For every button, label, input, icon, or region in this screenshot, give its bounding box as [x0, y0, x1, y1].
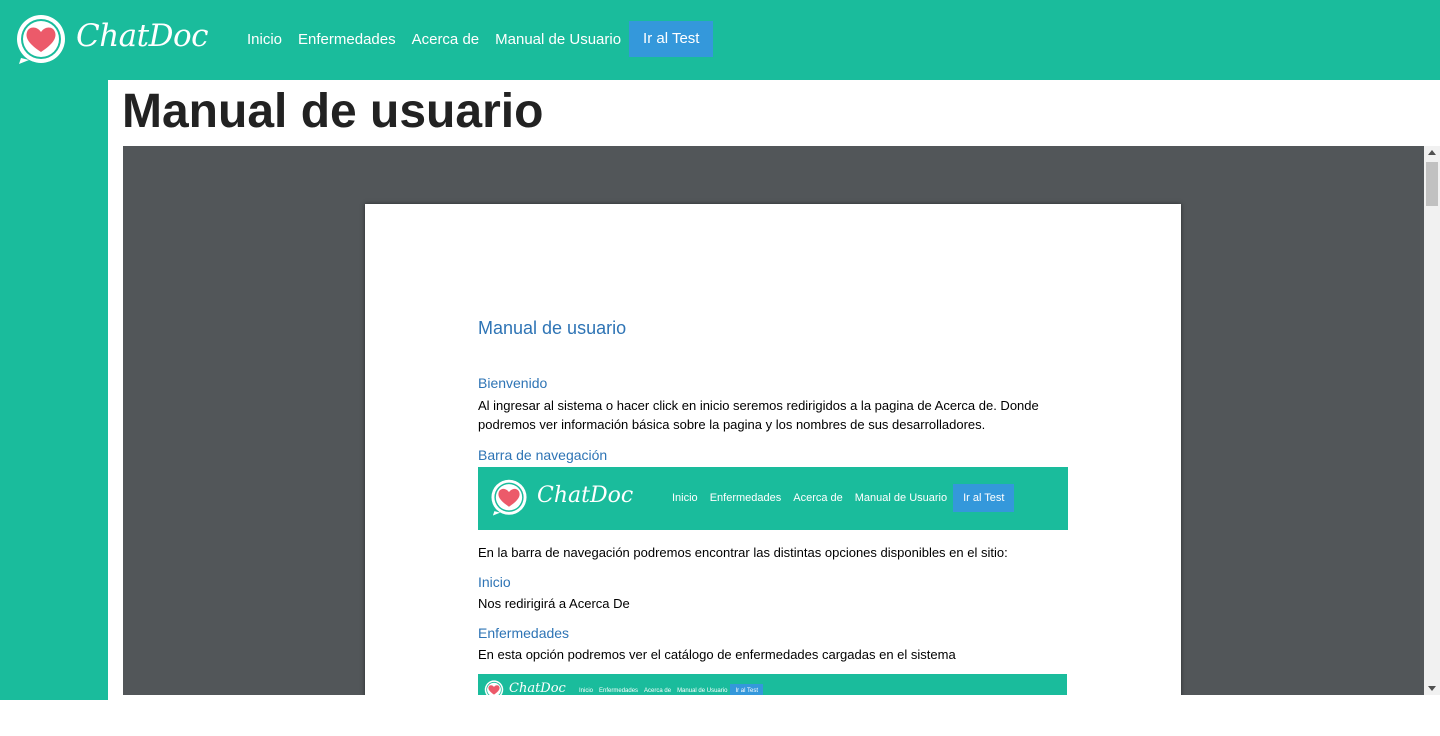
- doc-nav-link-acerca-de-2: Acerca de: [644, 688, 672, 694]
- scroll-up-arrow-icon[interactable]: [1428, 150, 1436, 155]
- doc-nav-link-manual-2: Manual de Usuario: [677, 688, 728, 694]
- top-navbar: ChatDoc Inicio Enfermedades Acerca de Ma…: [0, 0, 1440, 80]
- doc-heading-bienvenido: Bienvenido: [478, 375, 548, 391]
- heart-chat-logo-icon[interactable]: [15, 14, 67, 66]
- ir-al-test-button[interactable]: Ir al Test: [629, 21, 714, 57]
- pdf-viewer[interactable]: Manual de usuario Bienvenido Al ingresar…: [123, 146, 1424, 695]
- nav-link-inicio[interactable]: Inicio: [239, 31, 290, 48]
- pdf-page: Manual de usuario Bienvenido Al ingresar…: [365, 204, 1181, 695]
- doc-heading-enfermedades: Enfermedades: [478, 625, 570, 641]
- scroll-down-arrow-icon[interactable]: [1428, 686, 1436, 691]
- nav-link-manual-de-usuario[interactable]: Manual de Usuario: [487, 31, 629, 48]
- doc-nav-cta: Ir al Test: [953, 484, 1015, 512]
- doc-nav-link-enfermedades: Enfermedades: [709, 492, 782, 504]
- doc-nav-link-enfermedades-2: Enfermedades: [599, 688, 639, 694]
- viewer-scrollbar[interactable]: [1424, 146, 1440, 695]
- heart-chat-logo-icon: [484, 680, 504, 695]
- nav-link-acerca-de[interactable]: Acerca de: [404, 31, 488, 48]
- doc-text-barra: En la barra de navegación podremos encon…: [478, 545, 1008, 560]
- doc-text-bienvenido: Al ingresar al sistema o hacer click en …: [478, 398, 1039, 432]
- doc-heading-barra: Barra de navegación: [478, 447, 608, 463]
- doc-navbar-screenshot: ChatDoc Inicio Enfermedades Acerca de Ma…: [478, 467, 1068, 530]
- doc-nav-links-2: Inicio Enfermedades Acerca de Manual de …: [576, 684, 764, 695]
- doc-brand-name-2: ChatDoc: [509, 681, 566, 695]
- doc-text-enfermedades: En esta opción podremos ver el catálogo …: [478, 647, 956, 662]
- doc-navbar-screenshot-2: ChatDoc Inicio Enfermedades Acerca de Ma…: [478, 674, 1067, 695]
- nav-link-enfermedades[interactable]: Enfermedades: [290, 31, 404, 48]
- doc-nav-link-inicio-2: Inicio: [579, 688, 594, 694]
- nav-links: Inicio Enfermedades Acerca de Manual de …: [239, 19, 714, 59]
- left-side-panel: [0, 80, 108, 700]
- doc-nav-link-acerca-de: Acerca de: [793, 492, 843, 504]
- doc-title: Manual de usuario: [478, 318, 627, 338]
- brand-name[interactable]: ChatDoc: [76, 18, 209, 54]
- doc-nav-links: Inicio Enfermedades Acerca de Manual de …: [666, 484, 1015, 512]
- heart-chat-logo-icon: [491, 479, 527, 516]
- scroll-thumb[interactable]: [1426, 162, 1438, 206]
- doc-brand-name: ChatDoc: [537, 483, 634, 508]
- doc-text-inicio: Nos redirigirá a Acerca De: [478, 596, 630, 611]
- doc-nav-link-manual: Manual de Usuario: [854, 492, 948, 504]
- page-title: Manual de usuario: [122, 85, 544, 138]
- doc-nav-cta-2: Ir al Test: [730, 684, 764, 695]
- doc-nav-link-inicio: Inicio: [672, 492, 698, 504]
- doc-heading-inicio: Inicio: [478, 574, 511, 590]
